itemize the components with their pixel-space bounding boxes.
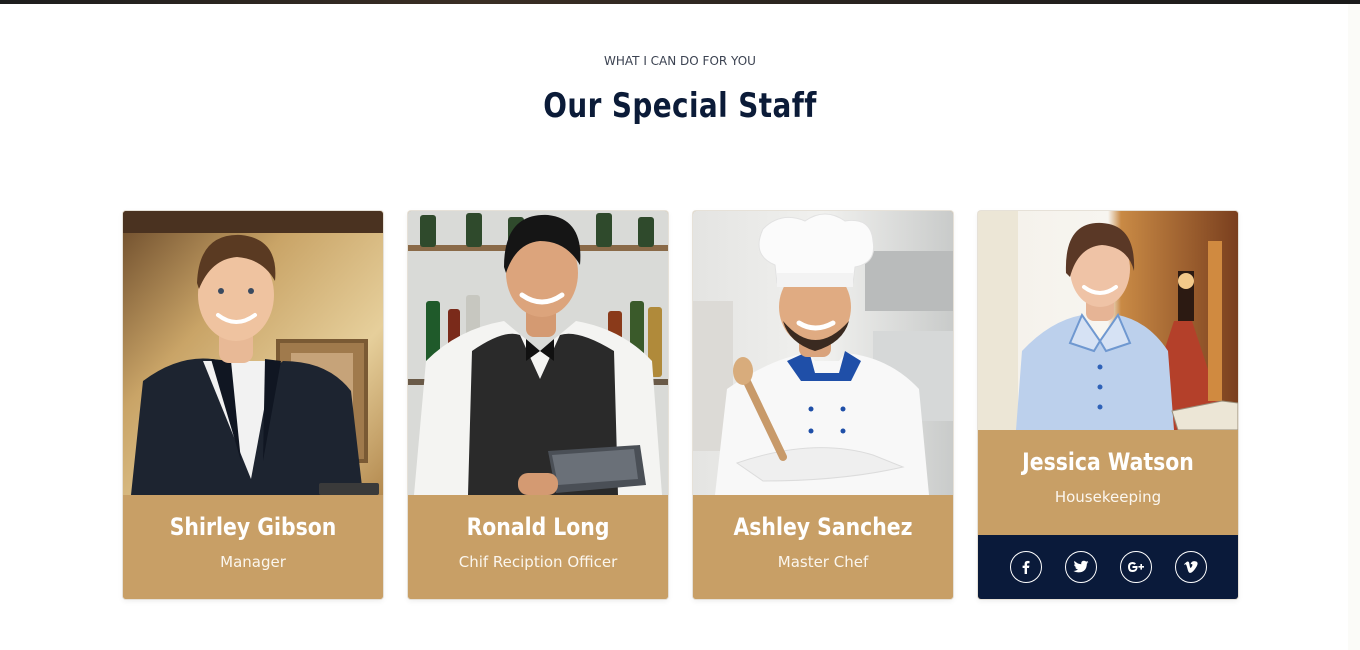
vimeo-icon[interactable] [1174,551,1207,583]
staff-info-panel: Shirley Gibson Manager [123,495,383,599]
waiter-photo [408,211,668,495]
staff-name: Shirley Gibson [169,513,337,541]
manager-photo [123,211,383,495]
staff-name: Jessica Watson [1022,448,1194,476]
staff-role: Housekeeping [1054,488,1162,506]
staff-info-panel: Ronald Long Chif Reciption Officer [408,495,668,599]
staff-role: Chif Reciption Officer [458,553,618,571]
staff-card-ronald-long[interactable]: Ronald Long Chif Reciption Officer [408,211,668,599]
facebook-icon[interactable] [1009,551,1042,583]
section-eyebrow: WHAT I CAN DO FOR YOU [604,54,756,68]
section-title: Our Special Staff [543,86,817,126]
top-hero-edge [0,0,1360,4]
staff-name: Ashley Sanchez [733,513,913,541]
chef-photo [693,211,953,495]
housekeeper-photo [978,211,1238,430]
page-edge [1348,4,1360,650]
staff-info-panel: Ashley Sanchez Master Chef [693,495,953,599]
twitter-icon[interactable] [1064,551,1097,583]
social-links [978,535,1238,599]
staff-info-panel: Jessica Watson Housekeeping [978,430,1238,534]
staff-role: Master Chef [777,553,869,571]
google-plus-icon[interactable] [1119,551,1152,583]
staff-card-shirley-gibson[interactable]: Shirley Gibson Manager [123,211,383,599]
staff-card-ashley-sanchez[interactable]: Ashley Sanchez Master Chef [693,211,953,599]
staff-name: Ronald Long [466,513,610,541]
staff-card-jessica-watson[interactable]: Jessica Watson Housekeeping [978,211,1238,599]
staff-role: Manager [220,553,286,571]
